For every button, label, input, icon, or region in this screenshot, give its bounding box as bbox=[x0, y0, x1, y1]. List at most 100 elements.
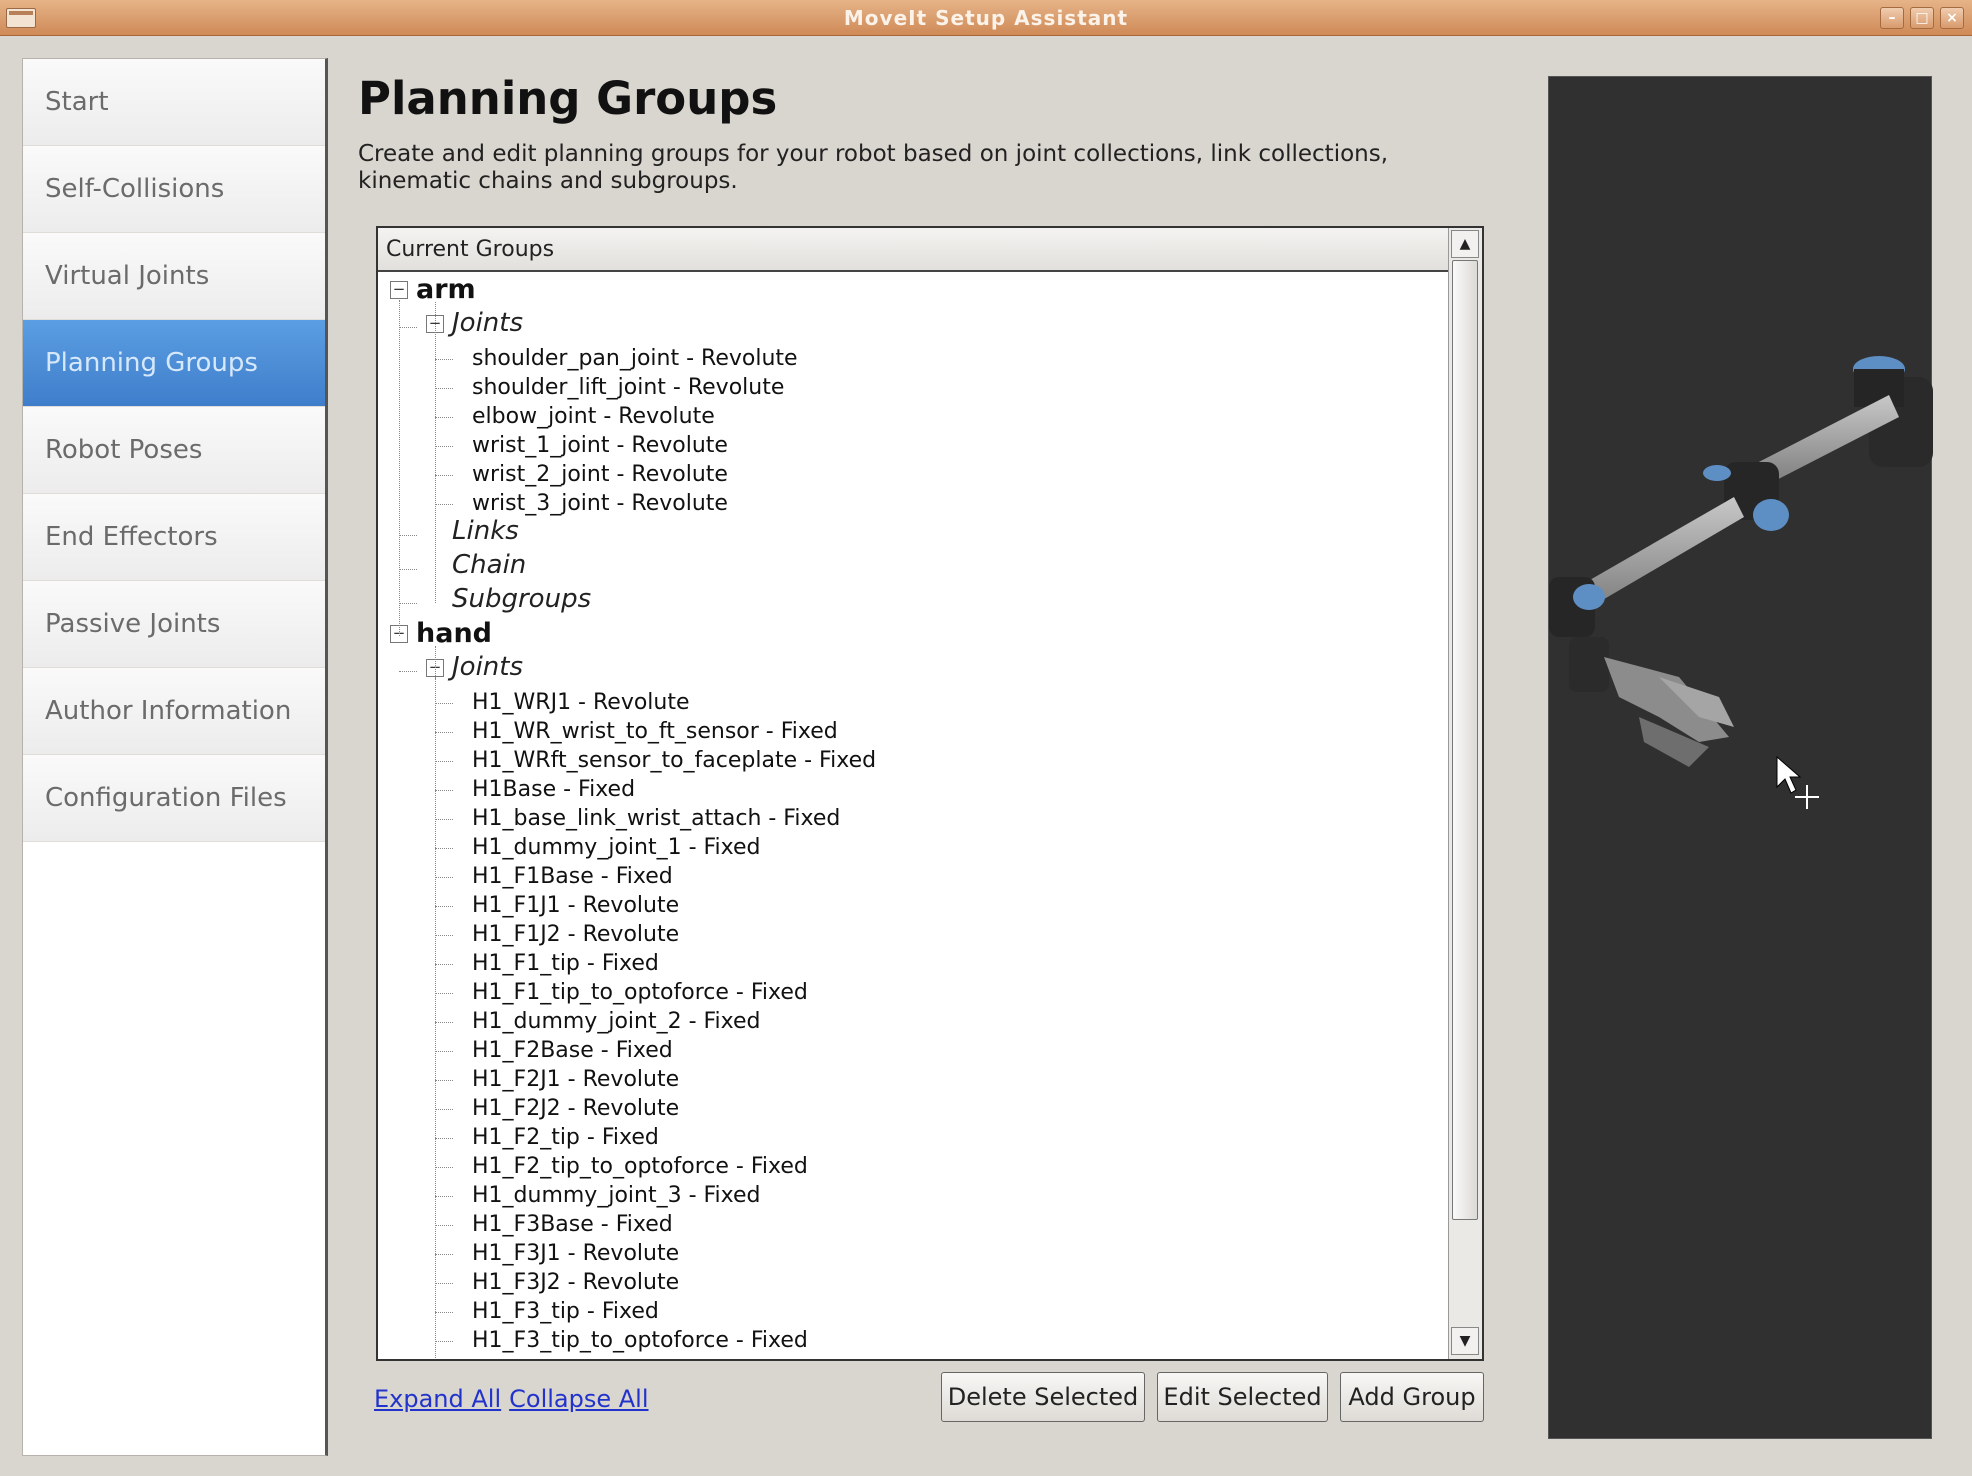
tree-connector bbox=[435, 358, 453, 360]
sidebar-item-start[interactable]: Start bbox=[23, 59, 325, 146]
tree-connector bbox=[399, 535, 417, 536]
tree-connector bbox=[435, 1282, 453, 1284]
tree-item[interactable]: H1_F3J2 - Revolute bbox=[378, 1268, 1438, 1297]
arrow-up-icon[interactable]: ▲ bbox=[1451, 230, 1479, 258]
tree-category[interactable]: Subgroups bbox=[378, 584, 1438, 620]
tree-item-label: Joints bbox=[452, 652, 524, 682]
delete-selected-button[interactable]: Delete Selected bbox=[941, 1372, 1145, 1422]
tree-item[interactable]: H1_WR_wrist_to_ft_sensor - Fixed bbox=[378, 717, 1438, 746]
tree-item[interactable]: H1_WRft_sensor_to_faceplate - Fixed bbox=[378, 746, 1438, 775]
tree-connector bbox=[435, 1195, 453, 1197]
sidebar-item-planning-groups[interactable]: Planning Groups bbox=[23, 320, 325, 407]
tree-item[interactable]: H1_WRJ1 - Revolute bbox=[378, 688, 1438, 717]
tree-item[interactable]: H1_F1J2 - Revolute bbox=[378, 920, 1438, 949]
tree-item-label: hand bbox=[416, 618, 492, 649]
tree-item-label: H1_F2_tip_to_optoforce - Fixed bbox=[472, 1154, 808, 1179]
tree-group[interactable]: − arm bbox=[378, 274, 1438, 310]
tree-item[interactable]: H1_F1_tip - Fixed bbox=[378, 949, 1438, 978]
tree-item[interactable]: shoulder_pan_joint - Revolute bbox=[378, 344, 1438, 373]
tree-item-label: H1_WRJ1 - Revolute bbox=[472, 690, 690, 715]
tree-item[interactable]: H1_F2J2 - Revolute bbox=[378, 1094, 1438, 1123]
page-title: Planning Groups bbox=[358, 72, 778, 125]
tree-connector bbox=[435, 503, 453, 505]
tree-item-label: H1_F3Base - Fixed bbox=[472, 1212, 673, 1237]
tree-item[interactable]: H1_F3J1 - Revolute bbox=[378, 1239, 1438, 1268]
tree-item[interactable]: H1_F1J1 - Revolute bbox=[378, 891, 1438, 920]
tree-connector bbox=[399, 327, 417, 328]
tree-item[interactable]: H1_F1_tip_to_optoforce - Fixed bbox=[378, 978, 1438, 1007]
maximize-icon[interactable]: □ bbox=[1910, 7, 1934, 29]
tree-item-label: H1_F2J1 - Revolute bbox=[472, 1067, 680, 1092]
tree-item[interactable]: wrist_2_joint - Revolute bbox=[378, 460, 1438, 489]
tree-item[interactable]: H1_base_link_wrist_attach - Fixed bbox=[378, 804, 1438, 833]
tree-item-label: H1_dummy_joint_3 - Fixed bbox=[472, 1183, 761, 1208]
tree-category[interactable]: − Joints bbox=[378, 308, 1438, 344]
expand-all-link[interactable]: Expand All bbox=[374, 1385, 501, 1413]
tree-item[interactable]: H1_F3Base - Fixed bbox=[378, 1210, 1438, 1239]
scrollbar-thumb[interactable] bbox=[1452, 260, 1478, 1220]
tree-item[interactable]: H1_F3_tip - Fixed bbox=[378, 1297, 1438, 1326]
tree-guide-line bbox=[435, 646, 436, 1359]
tree-guide-line bbox=[435, 302, 436, 603]
tree-item[interactable]: H1_dummy_joint_1 - Fixed bbox=[378, 833, 1438, 862]
tree-item[interactable]: H1_F2_tip_to_optoforce - Fixed bbox=[378, 1152, 1438, 1181]
sidebar-item-passive-joints[interactable]: Passive Joints bbox=[23, 581, 325, 668]
edit-selected-button[interactable]: Edit Selected bbox=[1157, 1372, 1328, 1422]
title-bar: MoveIt Setup Assistant – □ × bbox=[0, 0, 1972, 36]
tree-item[interactable]: H1_F2J1 - Revolute bbox=[378, 1065, 1438, 1094]
tree-item[interactable]: elbow_joint - Revolute bbox=[378, 402, 1438, 431]
robot-model-icon bbox=[1549, 356, 1933, 809]
tree-category[interactable]: − Joints bbox=[378, 652, 1438, 688]
tree-body: − arm − Joints shoulder_pan_joint - Revolute… bbox=[378, 272, 1448, 1359]
tree-item-label: wrist_3_joint - Revolute bbox=[472, 491, 728, 516]
tree-item[interactable]: H1_F3_tip_to_optoforce - Fixed bbox=[378, 1326, 1438, 1355]
sidebar-item-configuration-files[interactable]: Configuration Files bbox=[23, 755, 325, 842]
tree-item[interactable]: H1_dummy_joint_3 - Fixed bbox=[378, 1181, 1438, 1210]
tree-connector bbox=[435, 1340, 453, 1342]
tree-connector bbox=[435, 1166, 453, 1168]
tree-connector bbox=[435, 818, 453, 820]
robot-3d-viewport[interactable] bbox=[1548, 76, 1933, 1439]
tree-item[interactable]: wrist_1_joint - Revolute bbox=[378, 431, 1438, 460]
minimize-icon[interactable]: – bbox=[1880, 7, 1904, 29]
tree-category[interactable]: Links bbox=[378, 516, 1438, 552]
tree-connector bbox=[435, 847, 453, 849]
tree-connector bbox=[399, 671, 417, 672]
tree-item-label: H1_F1J1 - Revolute bbox=[472, 893, 680, 918]
tree-item[interactable]: shoulder_lift_joint - Revolute bbox=[378, 373, 1438, 402]
collapse-all-link[interactable]: Collapse All bbox=[509, 1385, 648, 1413]
tree-connector bbox=[435, 789, 453, 791]
tree-item-label: H1Base - Fixed bbox=[472, 777, 636, 802]
tree-group[interactable]: − hand bbox=[378, 618, 1438, 654]
arrow-down-icon[interactable]: ▼ bbox=[1451, 1327, 1479, 1355]
collapse-toggle-icon[interactable]: − bbox=[390, 281, 408, 299]
tree-item[interactable]: H1_F2Base - Fixed bbox=[378, 1036, 1438, 1065]
tree-category[interactable]: Chain bbox=[378, 550, 1438, 586]
tree-connector bbox=[435, 702, 453, 704]
tree-connector bbox=[435, 1311, 453, 1313]
tree-item-label: H1_base_link_wrist_attach - Fixed bbox=[472, 806, 841, 831]
tree-scrollbar[interactable]: ▲ ▼ bbox=[1448, 228, 1482, 1359]
tree-item-label: H1_F3_tip - Fixed bbox=[472, 1299, 659, 1324]
groups-tree[interactable]: Current Groups − arm − Joints shoulder_pan_j… bbox=[376, 226, 1484, 1361]
tree-item-label: H1_F2_tip - Fixed bbox=[472, 1125, 659, 1150]
sidebar-item-end-effectors[interactable]: End Effectors bbox=[23, 494, 325, 581]
tree-item[interactable]: wrist_3_joint - Revolute bbox=[378, 489, 1438, 518]
tree-item[interactable]: H1_F2_tip - Fixed bbox=[378, 1123, 1438, 1152]
tree-item[interactable]: H1_dummy_joint_2 - Fixed bbox=[378, 1007, 1438, 1036]
close-icon[interactable]: × bbox=[1940, 7, 1964, 29]
window-controls: – □ × bbox=[1880, 7, 1964, 29]
tree-item-label: H1_dummy_joint_2 - Fixed bbox=[472, 1009, 761, 1034]
sidebar-item-virtual-joints[interactable]: Virtual Joints bbox=[23, 233, 325, 320]
tree-links: Expand All Collapse All bbox=[374, 1385, 657, 1413]
tree-connector bbox=[399, 603, 417, 604]
sidebar-item-robot-poses[interactable]: Robot Poses bbox=[23, 407, 325, 494]
sidebar-item-author-information[interactable]: Author Information bbox=[23, 668, 325, 755]
add-group-button[interactable]: Add Group bbox=[1340, 1372, 1484, 1422]
sidebar-item-self-collisions[interactable]: Self-Collisions bbox=[23, 146, 325, 233]
tree-item[interactable]: H1_F1Base - Fixed bbox=[378, 862, 1438, 891]
tree-connector bbox=[435, 416, 453, 418]
tree-item-label: H1_F2J2 - Revolute bbox=[472, 1096, 680, 1121]
sidebar: Start Self-Collisions Virtual Joints Pla… bbox=[22, 58, 328, 1456]
tree-item[interactable]: H1Base - Fixed bbox=[378, 775, 1438, 804]
